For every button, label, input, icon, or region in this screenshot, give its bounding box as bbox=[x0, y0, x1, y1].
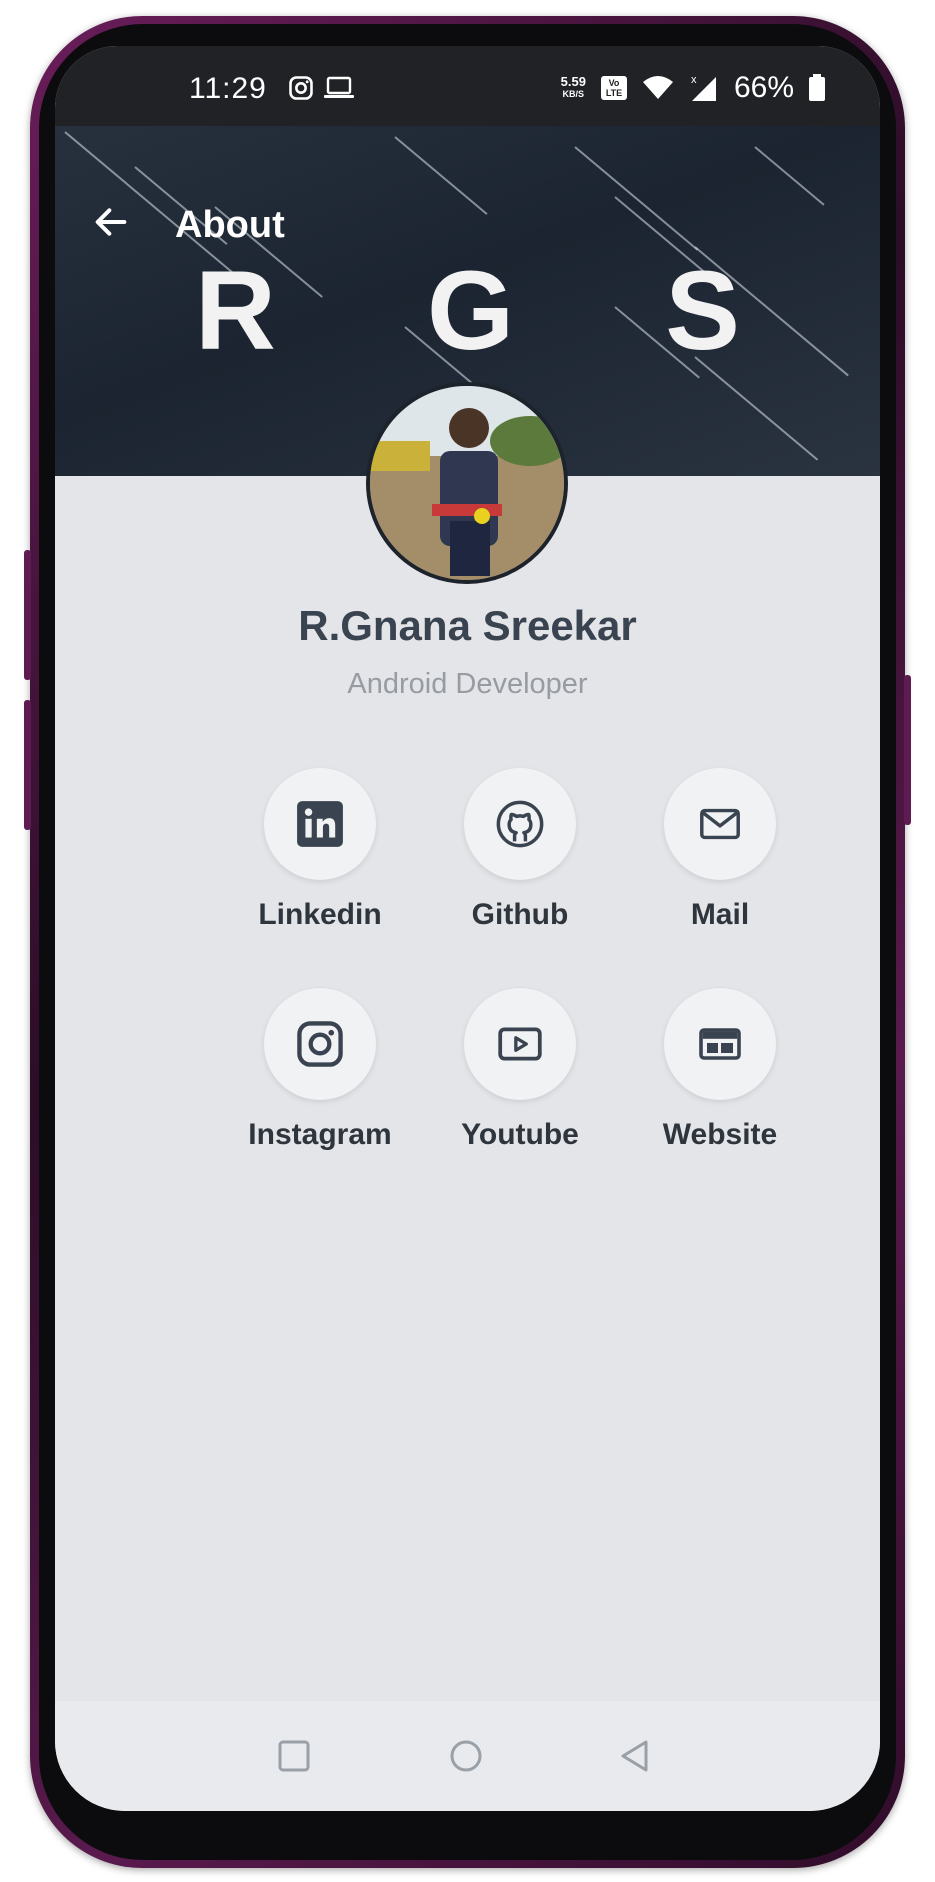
link-linkedin[interactable]: Linkedin bbox=[220, 768, 420, 932]
wifi-icon bbox=[642, 76, 673, 99]
brand-logo-text: R G S bbox=[195, 248, 800, 373]
link-label: Mail bbox=[690, 898, 750, 931]
net-speed-unit: KB/S bbox=[562, 89, 585, 99]
svg-text:Vo: Vo bbox=[609, 78, 620, 88]
square-icon[interactable] bbox=[277, 1739, 311, 1773]
mail-icon bbox=[700, 808, 740, 840]
link-website[interactable]: Website bbox=[620, 988, 820, 1152]
svg-text:LTE: LTE bbox=[606, 88, 622, 98]
profile-name: R.Gnana Sreekar bbox=[298, 602, 637, 649]
link-circle[interactable] bbox=[664, 768, 776, 880]
svg-text:x: x bbox=[691, 74, 697, 86]
youtube-icon bbox=[498, 1027, 542, 1061]
instagram-icon bbox=[289, 76, 313, 100]
battery-percent: 66% bbox=[733, 71, 794, 104]
link-label: Linkedin bbox=[258, 898, 382, 931]
banner-streak bbox=[394, 136, 488, 215]
banner-streak bbox=[574, 146, 699, 251]
page-title: About bbox=[175, 204, 285, 246]
github-icon bbox=[496, 800, 544, 848]
status-time: 11:29 bbox=[189, 72, 267, 105]
net-speed: 5.59 KB/S bbox=[560, 74, 586, 100]
avatar-photo bbox=[370, 386, 564, 580]
nav-bar bbox=[55, 1701, 880, 1811]
instagram-icon bbox=[297, 1021, 343, 1067]
link-label: Instagram bbox=[248, 1118, 392, 1151]
circle-icon[interactable] bbox=[448, 1739, 484, 1775]
volume-down-button bbox=[24, 700, 31, 830]
screen: 11:29 5.59 KB/S Vo LTE x 66% R G S About… bbox=[55, 46, 880, 1811]
triangle-back-icon[interactable] bbox=[618, 1739, 652, 1773]
link-circle[interactable] bbox=[664, 988, 776, 1100]
link-github[interactable]: Github bbox=[420, 768, 620, 932]
arrow-left-icon[interactable] bbox=[91, 202, 131, 242]
website-icon bbox=[699, 1028, 741, 1060]
power-button bbox=[904, 675, 911, 825]
volume-up-button bbox=[24, 550, 31, 680]
link-label: Website bbox=[662, 1118, 778, 1151]
link-mail[interactable]: Mail bbox=[620, 768, 820, 932]
avatar bbox=[366, 382, 568, 584]
status-bar: 11:29 5.59 KB/S Vo LTE x 66% bbox=[55, 46, 880, 126]
link-label: Youtube bbox=[461, 1118, 579, 1151]
status-right-group: 5.59 KB/S Vo LTE x 66% bbox=[561, 68, 826, 108]
volte-icon: Vo LTE bbox=[600, 76, 627, 100]
linkedin-icon bbox=[297, 801, 343, 847]
net-speed-value: 5.59 bbox=[560, 74, 586, 89]
profile-role: Android Developer bbox=[347, 668, 588, 700]
signal-icon: x bbox=[691, 74, 716, 101]
banner-streak bbox=[754, 146, 825, 206]
link-instagram[interactable]: Instagram bbox=[220, 988, 420, 1152]
link-label: Github bbox=[471, 898, 569, 931]
page: 11:29 5.59 KB/S Vo LTE x 66% R G S About… bbox=[0, 0, 935, 1882]
link-circle[interactable] bbox=[264, 768, 376, 880]
link-youtube[interactable]: Youtube bbox=[420, 988, 620, 1152]
link-circle[interactable] bbox=[464, 768, 576, 880]
laptop-icon bbox=[324, 76, 354, 98]
link-circle[interactable] bbox=[464, 988, 576, 1100]
battery-icon bbox=[809, 74, 825, 101]
link-circle[interactable] bbox=[264, 988, 376, 1100]
